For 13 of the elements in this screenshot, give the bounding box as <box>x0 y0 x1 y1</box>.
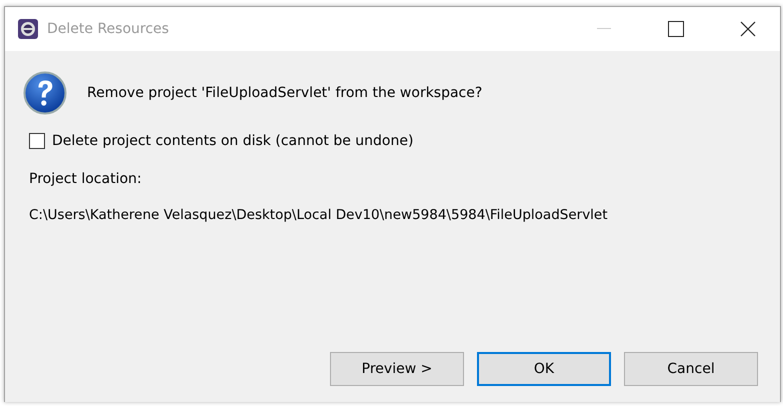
ok-button[interactable]: OK <box>477 352 611 386</box>
location-path: C:\Users\Katherene Velasquez\Desktop\Local Dev10\new5984\5984\FileUploadServlet <box>29 207 609 223</box>
cancel-button[interactable]: Cancel <box>624 352 758 386</box>
preview-button[interactable]: Preview > <box>330 352 464 386</box>
location-label: Project location: <box>29 171 143 187</box>
question-icon <box>23 71 67 115</box>
maximize-icon <box>668 21 684 37</box>
delete-contents-checkbox[interactable]: Delete project contents on disk (cannot be undone) <box>29 133 780 149</box>
minimize-icon <box>597 28 611 30</box>
window-title: Delete Resources <box>47 21 170 37</box>
close-icon <box>740 21 756 37</box>
message-text: Remove project 'FileUploadServlet' from the workspace? <box>87 85 482 101</box>
app-icon <box>17 18 39 40</box>
